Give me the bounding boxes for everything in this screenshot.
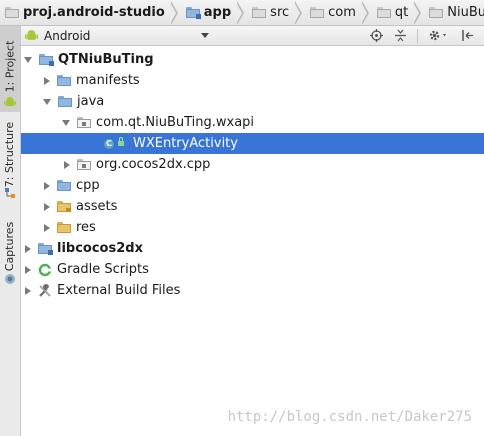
breadcrumb-separator [413, 0, 422, 25]
hide-panel-icon[interactable] [460, 29, 474, 43]
tree-node-label: libcocos2dx [57, 241, 143, 256]
tree-node-manifests[interactable]: manifests [21, 70, 484, 91]
module-folder-icon [38, 243, 53, 255]
breadcrumb-separator [294, 0, 303, 25]
tree-node-assets[interactable]: assets [21, 196, 484, 217]
camera-icon [5, 274, 15, 284]
tree-node-com-qt-niubuting-wxapi[interactable]: com.qt.NiuBuTing.wxapi [21, 112, 484, 133]
collapse-arrow-icon[interactable] [44, 223, 50, 232]
breadcrumb-item-app[interactable]: app [181, 0, 247, 25]
project-view-label: Android [44, 28, 91, 43]
tree-node-label: External Build Files [57, 283, 181, 298]
folder-icon [57, 75, 71, 86]
folder-icon [57, 180, 71, 191]
build-tools-icon [39, 283, 51, 297]
tree-node-label: manifests [76, 73, 140, 88]
tree-node-qtniubuting[interactable]: QTNiuBuTing [21, 49, 484, 70]
tree-node-label: Gradle Scripts [57, 262, 149, 277]
package-icon [77, 117, 91, 128]
collapse-arrow-icon[interactable] [25, 244, 31, 253]
breadcrumb-label: app [203, 5, 232, 20]
android-icon [4, 97, 16, 106]
breadcrumb-item-com[interactable]: com [305, 0, 372, 25]
tree-node-label: res [76, 220, 96, 235]
chevron-down-icon [201, 33, 209, 38]
breadcrumb-item-src[interactable]: src [247, 0, 305, 25]
breadcrumb-separator [169, 0, 178, 25]
collapse-all-icon[interactable] [393, 29, 407, 43]
collapse-arrow-icon[interactable] [64, 160, 70, 169]
tab-label: Captures [3, 221, 17, 272]
breadcrumb-separator [360, 0, 369, 25]
tab-label: 7: Structure [3, 121, 17, 188]
module-folder-icon [39, 54, 54, 66]
project-view-selector[interactable]: Android [21, 26, 213, 45]
tree-node-libcocos2dx[interactable]: libcocos2dx [21, 238, 484, 259]
tree-node-gradle-scripts[interactable]: Gradle Scripts [21, 259, 484, 280]
structure-icon [5, 188, 15, 198]
tab-label: 1: Project [3, 40, 17, 93]
breadcrumb-item-niubuting[interactable]: NiuBuTing [424, 0, 484, 25]
project-panel-header: Android [21, 26, 484, 46]
folder-icon [310, 7, 325, 18]
class-icon: C [103, 137, 115, 150]
tree-node-label: cpp [76, 178, 100, 193]
breadcrumb: proj.android-studio app src com qt NiuBu… [0, 0, 484, 26]
tree-node-external-build-files[interactable]: External Build Files [21, 280, 484, 301]
folder-icon [252, 7, 267, 18]
expand-arrow-icon[interactable] [43, 98, 51, 105]
breadcrumb-item-proj-android-studio[interactable]: proj.android-studio [0, 0, 181, 25]
tree-node-label: java [77, 94, 105, 109]
collapse-arrow-icon[interactable] [44, 202, 50, 211]
tree-node-wxentryactivity[interactable]: C WXEntryActivity [21, 133, 484, 154]
package-icon [77, 159, 91, 170]
collapse-arrow-icon[interactable] [44, 181, 50, 190]
tree-node-res[interactable]: res [21, 217, 484, 238]
project-tool-window: proj.android-studio app src com qt NiuBu… [0, 0, 484, 436]
tree-node-label: WXEntryActivity [133, 136, 238, 151]
collapse-arrow-icon[interactable] [25, 265, 31, 274]
breadcrumb-item-qt[interactable]: qt [372, 0, 424, 25]
module-folder-icon [185, 7, 201, 19]
tree-node-org-cocos2dx-cpp[interactable]: org.cocos2dx.cpp [21, 154, 484, 175]
expand-arrow-icon[interactable] [24, 56, 32, 63]
breadcrumb-label: com [328, 5, 356, 20]
folder-icon [5, 7, 19, 18]
res-folder-icon [57, 222, 71, 233]
breadcrumb-label: proj.android-studio [23, 5, 165, 20]
breadcrumb-separator [236, 0, 245, 25]
folder-icon [376, 7, 391, 18]
tree-node-label: assets [76, 199, 118, 214]
tree-node-label: org.cocos2dx.cpp [96, 157, 211, 172]
collapse-arrow-icon[interactable] [25, 286, 31, 295]
project-tree: QTNiuBuTing manifests java com.qt.NiuBuT… [21, 46, 484, 436]
tree-node-java[interactable]: java [21, 91, 484, 112]
collapse-arrow-icon[interactable] [44, 76, 50, 85]
expand-arrow-icon[interactable] [62, 119, 70, 126]
lock-icon [118, 137, 124, 147]
breadcrumb-label: NiuBuTing [447, 5, 484, 20]
tab-structure[interactable]: 7: Structure [0, 114, 20, 206]
folder-icon [429, 7, 444, 18]
toolbar-divider [417, 28, 418, 43]
sync-target-icon[interactable] [369, 29, 383, 43]
folder-icon [58, 96, 72, 107]
watermark-text: http://blog.csdn.net/Daker275 [227, 409, 472, 425]
gradle-icon [38, 263, 52, 276]
breadcrumb-label: src [270, 5, 290, 20]
tree-node-label: com.qt.NiuBuTing.wxapi [96, 115, 255, 130]
tab-project[interactable]: 1: Project [0, 26, 20, 112]
tab-captures[interactable]: Captures [0, 212, 20, 292]
assets-folder-icon [57, 201, 71, 212]
breadcrumb-label: qt [394, 5, 409, 20]
android-icon [25, 30, 38, 40]
gear-icon[interactable] [428, 29, 450, 43]
tree-node-cpp[interactable]: cpp [21, 175, 484, 196]
tree-node-label: QTNiuBuTing [58, 52, 154, 67]
tool-window-strip: 1: Project 7: Structure Captures [0, 26, 21, 436]
